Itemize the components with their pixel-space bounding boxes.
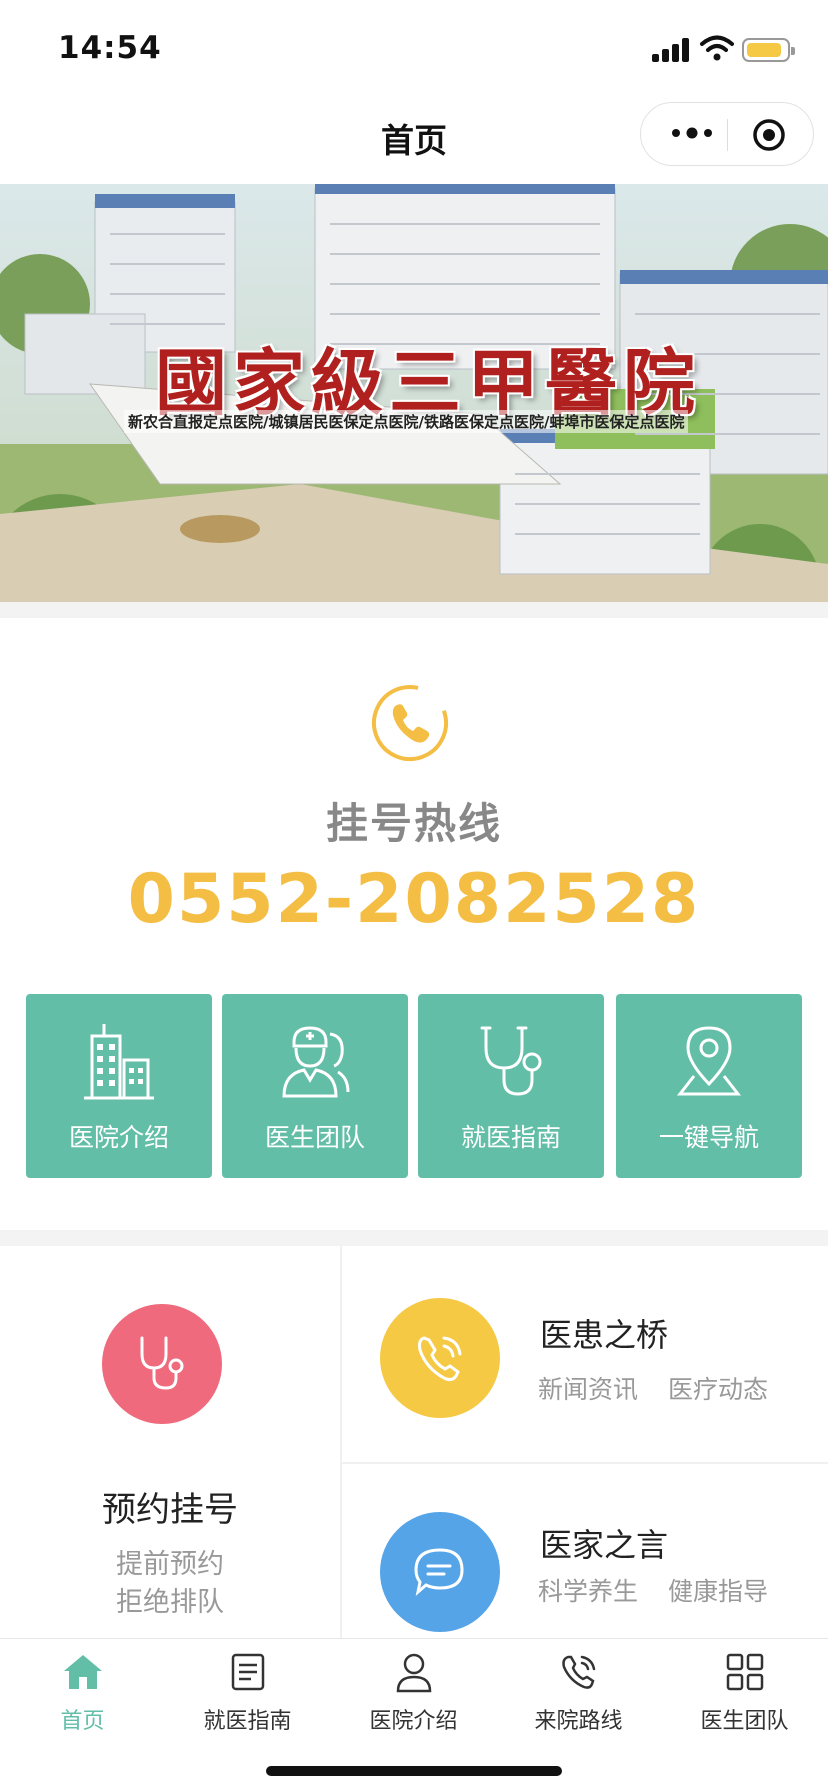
mini-program-capsule <box>640 102 814 166</box>
bridge-title: 医患之桥 <box>540 1316 669 1354</box>
appointment-icon-circle <box>102 1304 222 1424</box>
tab-label: 医生团队 <box>700 1709 789 1734</box>
hospital-banner[interactable]: 國家級三甲醫院 新农合直报定点医院/城镇居民医保定点医院/铁路医保定点医院/蚌埠… <box>0 184 828 602</box>
home-icon <box>64 1655 102 1689</box>
buildings-icon <box>84 1024 154 1100</box>
status-bar: 14:54 <box>0 0 828 96</box>
tab-label: 就医指南 <box>203 1709 292 1734</box>
tab-label: 来院路线 <box>534 1709 623 1734</box>
appointment-title: 预约挂号 <box>102 1490 238 1530</box>
status-time: 14:54 <box>58 30 162 66</box>
card-divider <box>340 1246 342 1638</box>
tile-navigation[interactable]: 一键导航 <box>616 994 802 1178</box>
words-tag-guide[interactable]: 健康指导 <box>668 1572 768 1608</box>
battery-icon <box>742 38 795 62</box>
words-title: 医家之言 <box>540 1526 669 1564</box>
tile-label: 医院介绍 <box>68 1123 169 1152</box>
more-icon[interactable] <box>667 121 721 145</box>
grid-icon <box>726 1653 764 1691</box>
tile-hospital-intro[interactable]: 医院介绍 <box>26 994 212 1178</box>
tab-route[interactable]: 来院路线 <box>496 1639 661 1739</box>
document-icon <box>231 1653 265 1691</box>
stethoscope-icon <box>140 1336 184 1390</box>
hotline-number[interactable]: 0552-2082528 <box>0 860 828 939</box>
tile-label: 医生团队 <box>264 1123 365 1152</box>
tab-label: 首页 <box>60 1709 105 1734</box>
tile-label: 一键导航 <box>658 1123 759 1152</box>
tab-label: 医院介绍 <box>369 1709 458 1734</box>
doctor-icon <box>282 1026 350 1098</box>
phone-call-icon <box>418 1336 462 1382</box>
appointment-line1: 提前预约 <box>116 1549 224 1580</box>
words-tag-health[interactable]: 科学养生 <box>538 1572 638 1608</box>
location-pin-icon <box>676 1026 742 1096</box>
hotline-label: 挂号热线 <box>325 799 502 848</box>
section-divider <box>0 1230 828 1246</box>
tile-medical-guide[interactable]: 就医指南 <box>418 994 604 1178</box>
tab-hospital-intro[interactable]: 医院介绍 <box>331 1639 496 1739</box>
tile-doctor-team[interactable]: 医生团队 <box>222 994 408 1178</box>
nav-bar: 首页 <box>0 96 828 182</box>
bridge-icon-circle <box>380 1298 500 1418</box>
wifi-icon <box>700 35 734 61</box>
banner-subtitle: 新农合直报定点医院/城镇居民医保定点医院/铁路医保定点医院/蚌埠市医保定点医院 <box>124 410 689 433</box>
phone-route-icon <box>562 1655 596 1689</box>
home-indicator[interactable] <box>266 1766 562 1776</box>
section-divider <box>0 602 828 618</box>
person-icon <box>396 1653 432 1693</box>
tab-home[interactable]: 首页 <box>0 1639 165 1739</box>
chat-bubble-icon <box>414 1548 464 1597</box>
appointment-line2: 拒绝排队 <box>116 1587 224 1618</box>
signal-icon <box>652 38 692 62</box>
phone-icon[interactable] <box>370 683 450 763</box>
tab-doctor-team[interactable]: 医生团队 <box>662 1639 827 1739</box>
tile-label: 就医指南 <box>460 1123 561 1152</box>
close-target-icon[interactable] <box>751 117 787 153</box>
stethoscope-icon <box>480 1026 542 1096</box>
quick-menu: 医院介绍 医生团队 就医指南 一键导航 <box>26 994 802 1178</box>
bridge-tag-medical[interactable]: 医疗动态 <box>668 1370 768 1406</box>
words-icon-circle <box>380 1512 500 1632</box>
card-divider <box>342 1462 828 1464</box>
bridge-tag-news[interactable]: 新闻资讯 <box>538 1370 638 1406</box>
tab-medical-guide[interactable]: 就医指南 <box>165 1639 330 1739</box>
